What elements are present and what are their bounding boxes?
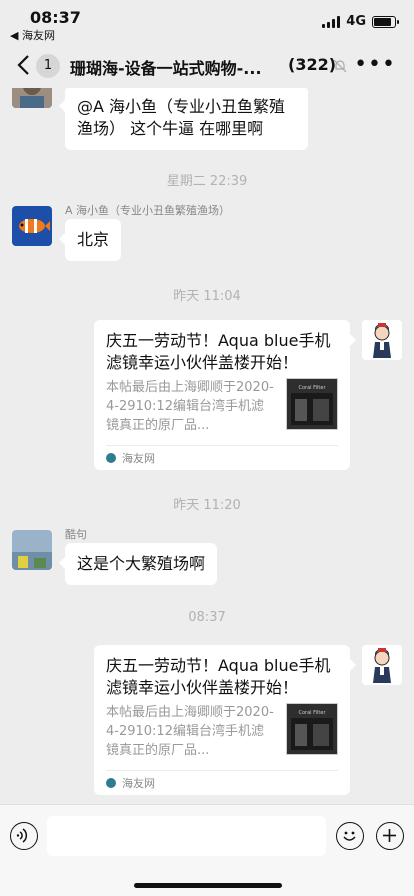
voice-input-button[interactable] — [10, 822, 38, 850]
card-description: 本帖最后由上海卿顺于2020-4-2910:12编辑台湾手机滤镜真正的原厂品..… — [106, 380, 274, 433]
avatar-clownfish[interactable] — [12, 206, 52, 246]
message-bubble-3[interactable]: 这是个大繁殖场啊 — [58, 543, 218, 585]
message-bubble-2[interactable]: 北京 — [58, 219, 122, 261]
timestamp-2: 昨天 11:04 — [173, 289, 241, 304]
card-source: 海友网 — [106, 770, 338, 795]
card-title: 庆五一劳动节！Aqua blue手机滤镜幸运小伙伴盖楼开始！ — [106, 331, 331, 372]
message-bubble-1[interactable]: @A 海小鱼（专业小丑鱼繁殖渔场） 这个牛逼 在哪里啊 — [59, 88, 308, 150]
back-chevron-icon[interactable] — [16, 54, 36, 78]
mute-bell-icon — [333, 58, 347, 73]
plus-button[interactable] — [376, 822, 404, 850]
nav-bar: 1 珊瑚海-设备一站式购物-... (322) ••• — [0, 44, 414, 88]
card-thumb-label: Coral Filter — [298, 385, 326, 391]
status-bar: 08:37 ◀ 海友网 4G — [0, 0, 414, 44]
avatar-user-1[interactable] — [12, 88, 52, 108]
message-text: 这是个大繁殖场啊 — [77, 554, 206, 573]
link-card-1[interactable]: 庆五一劳动节！Aqua blue手机滤镜幸运小伙伴盖楼开始！ 本帖最后由上海卿顺… — [94, 320, 356, 470]
message-input[interactable] — [47, 816, 326, 856]
card-source-label: 海友网 — [122, 777, 155, 790]
card-description: 本帖最后由上海卿顺于2020-4-2910:12编辑台湾手机滤镜真正的原厂品..… — [106, 705, 274, 758]
source-logo-icon — [106, 778, 116, 788]
card-thumbnail: Coral Filter — [286, 703, 338, 755]
sender-name: A 海小鱼（专业小丑鱼繁殖渔场） — [65, 204, 231, 217]
chat-area[interactable]: @A 海小鱼（专业小丑鱼繁殖渔场） 这个牛逼 在哪里啊 星期二 22:39 A … — [0, 88, 414, 804]
signal-icon — [322, 15, 341, 28]
unread-count-badge[interactable]: 1 — [36, 54, 60, 78]
emoji-button[interactable] — [336, 822, 364, 850]
more-button[interactable]: ••• — [354, 52, 396, 77]
timestamp-1: 星期二 22:39 — [166, 174, 248, 189]
avatar-self[interactable] — [362, 645, 402, 685]
card-thumb-label: Coral Filter — [298, 710, 326, 716]
source-logo-icon — [106, 453, 116, 463]
card-title: 庆五一劳动节！Aqua blue手机滤镜幸运小伙伴盖楼开始！ — [106, 656, 331, 697]
status-indicators: 4G — [322, 14, 399, 29]
link-card-2[interactable]: 庆五一劳动节！Aqua blue手机滤镜幸运小伙伴盖楼开始！ 本帖最后由上海卿顺… — [94, 645, 356, 795]
status-time: 08:37 — [30, 8, 81, 27]
home-indicator[interactable] — [134, 883, 282, 888]
network-type: 4G — [346, 14, 366, 29]
battery-icon — [372, 15, 399, 28]
card-source-label: 海友网 — [122, 452, 155, 465]
card-thumbnail: Coral Filter — [286, 378, 338, 430]
message-text: 北京 — [77, 230, 110, 249]
avatar-self[interactable] — [362, 320, 402, 360]
avatar-user-3[interactable] — [12, 530, 52, 570]
status-back-app[interactable]: ◀ 海友网 — [10, 27, 55, 43]
timestamp-4: 08:37 — [188, 610, 226, 625]
chat-title: 珊瑚海-设备一站式购物-... — [70, 59, 262, 78]
timestamp-3: 昨天 11:20 — [173, 498, 241, 513]
sender-name: 酷句 — [65, 528, 87, 541]
card-source: 海友网 — [106, 445, 338, 470]
message-text: @A 海小鱼（专业小丑鱼繁殖渔场） 这个牛逼 在哪里啊 — [77, 97, 286, 138]
member-count: (322) — [288, 55, 337, 74]
input-bar — [0, 804, 414, 896]
